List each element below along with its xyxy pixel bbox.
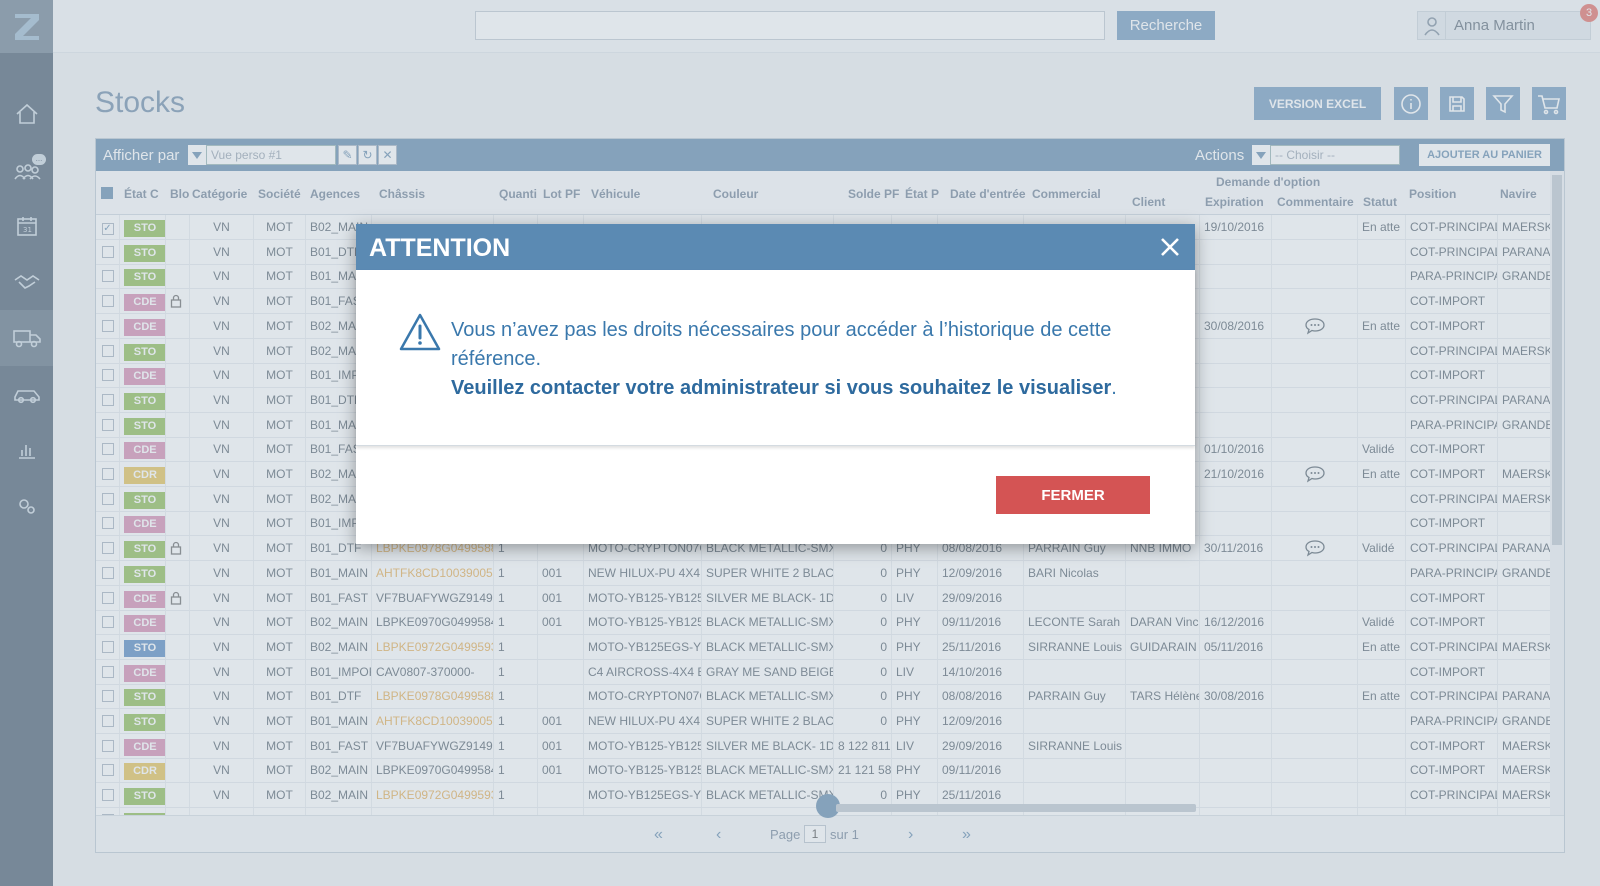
fermer-button[interactable]: FERMER (996, 476, 1150, 514)
message-text: Vous n’avez pas les droits nécessaires p… (451, 319, 1112, 370)
dialog-message: Vous n’avez pas les droits nécessaires p… (451, 316, 1131, 403)
dialog-title: ATTENTION (369, 234, 511, 262)
dialog-footer: FERMER (356, 446, 1195, 544)
message-end: . (1111, 377, 1117, 399)
dialog-body: Vous n’avez pas les droits nécessaires p… (356, 270, 1195, 446)
attention-dialog: ATTENTION Vous n’avez pas les droits néc… (356, 224, 1195, 544)
dialog-header: ATTENTION (356, 224, 1195, 270)
close-icon (1161, 238, 1179, 256)
warning-icon (399, 313, 441, 351)
dialog-close-button[interactable] (1155, 232, 1185, 262)
message-bold: Veuillez contacter votre administrateur … (451, 377, 1112, 399)
